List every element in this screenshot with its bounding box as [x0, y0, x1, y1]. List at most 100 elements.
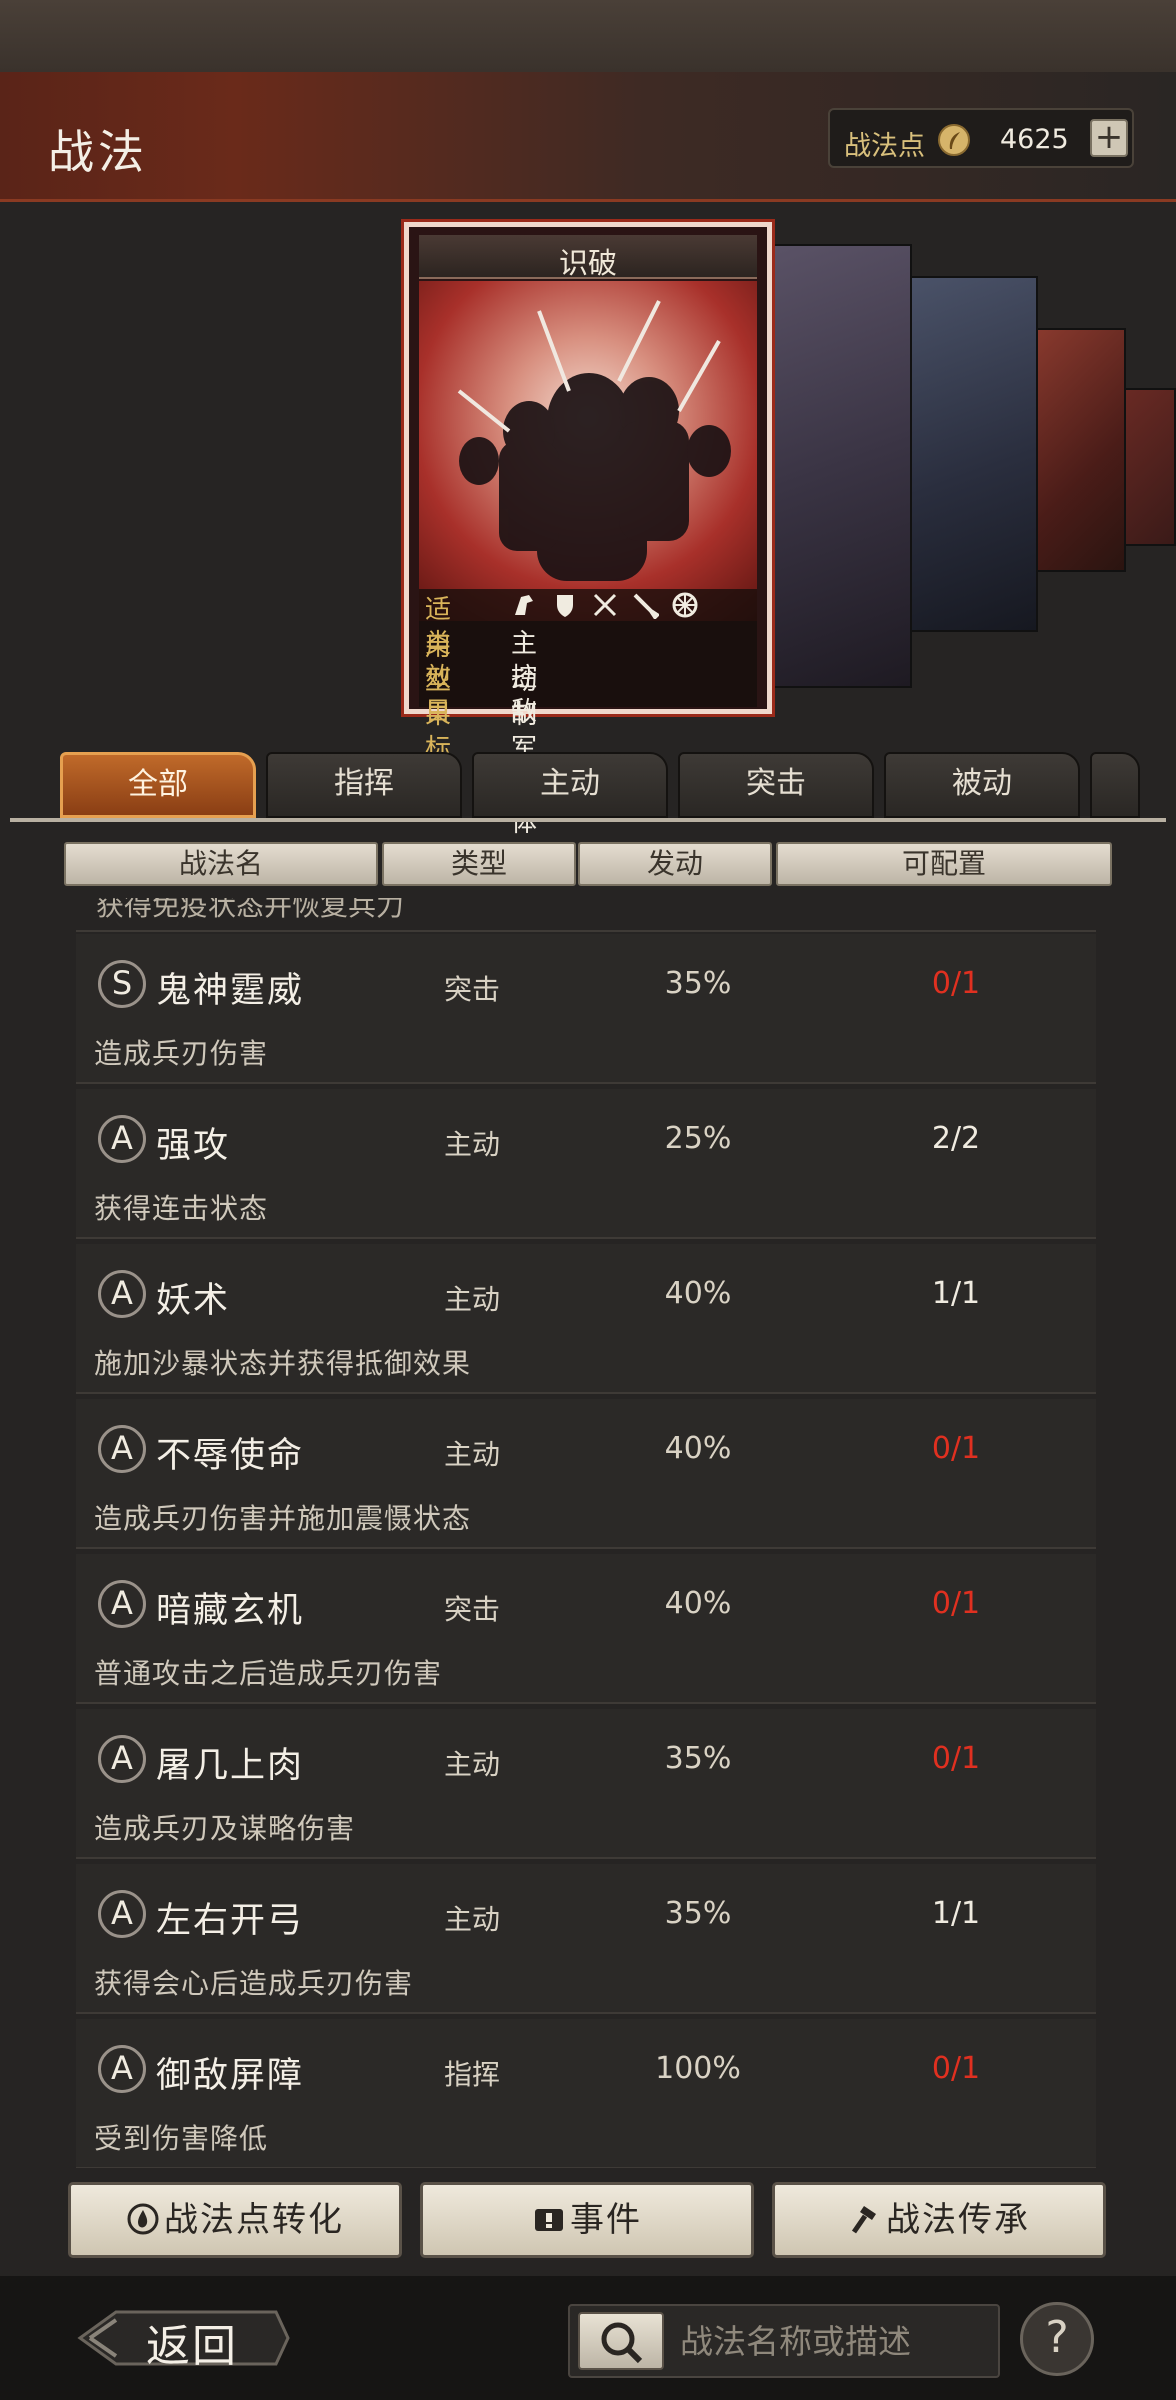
card-info-panel: 适用 类型 主动 效果 控制 目标 敌军单体: [419, 589, 757, 838]
skill-description: 造成兵刃及谋略伤害: [94, 1812, 356, 1845]
column-header-slots[interactable]: 可配置: [776, 842, 1112, 886]
skill-trigger-rate: 40%: [664, 1586, 732, 1621]
skill-row[interactable]: A 暗藏玄机 突击 40% 0/1 普通攻击之后造成兵刃伤害: [76, 1554, 1096, 1704]
skill-name: 暗藏玄机: [156, 1591, 305, 1631]
convert-points-label: 战法点转化: [164, 2200, 344, 2240]
skill-name: 妖术: [156, 1281, 231, 1321]
column-header-type[interactable]: 类型: [382, 842, 576, 886]
drop-icon: [126, 2190, 160, 2235]
card-title-bar: 识破: [419, 235, 757, 280]
add-points-button[interactable]: +: [1090, 119, 1128, 157]
feather-icon: [938, 124, 970, 156]
skill-grade-badge: A: [98, 1425, 146, 1473]
tab-passive[interactable]: 被动: [884, 752, 1080, 818]
skill-trigger-rate: 35%: [664, 1741, 732, 1776]
skill-description: 获得免疫状态并恢复兵力: [96, 898, 405, 922]
column-header-rate[interactable]: 发动: [578, 842, 772, 886]
card-artwork: [419, 281, 757, 621]
scroll-icon: [532, 2190, 566, 2231]
skill-row[interactable]: A 不辱使命 主动 40% 0/1 造成兵刃伤害并施加震慑状态: [76, 1399, 1096, 1549]
skill-name: 鬼神霆威: [156, 971, 305, 1011]
skill-trigger-rate: 25%: [664, 1121, 732, 1156]
tab-all[interactable]: 全部: [60, 752, 256, 818]
cavalry-icon: [511, 591, 539, 619]
wheel-icon: [671, 591, 699, 619]
skill-type: 突击: [444, 973, 501, 1006]
skill-config-slots: 0/1: [931, 2051, 981, 2086]
tab-active[interactable]: 主动: [472, 752, 668, 818]
spear-icon: [631, 591, 661, 621]
events-button[interactable]: 事件: [420, 2182, 754, 2258]
bottom-bar: 返回 ?: [0, 2276, 1176, 2400]
skill-inherit-button[interactable]: 战法传承: [772, 2182, 1106, 2258]
skill-grade-badge: A: [98, 1580, 146, 1628]
skill-card-background[interactable]: [770, 244, 912, 688]
skill-grade-badge: A: [98, 1735, 146, 1783]
back-label: 返回: [146, 2321, 238, 2372]
skill-row[interactable]: A 御敌屏障 指挥 100% 0/1 受到伤害降低: [76, 2019, 1096, 2168]
skill-name: 强攻: [156, 1126, 231, 1166]
table-header: 战法名 类型 发动 可配置: [64, 842, 1112, 886]
skill-card-background[interactable]: [1030, 328, 1126, 572]
skill-card-background[interactable]: [1118, 388, 1176, 546]
skill-config-slots: 0/1: [931, 1586, 981, 1621]
skill-type: 主动: [444, 1903, 501, 1936]
skill-name: 不辱使命: [156, 1436, 305, 1476]
tab-more[interactable]: [1090, 752, 1140, 818]
action-bar: 战法点转化 事件 战法传承: [0, 2168, 1176, 2276]
skill-type: 指挥: [444, 2058, 501, 2091]
convert-points-button[interactable]: 战法点转化: [68, 2182, 402, 2258]
search-box: [568, 2304, 1000, 2378]
search-button[interactable]: [578, 2312, 664, 2370]
skill-row[interactable]: A 屠几上肉 主动 35% 0/1 造成兵刃及谋略伤害: [76, 1709, 1096, 1859]
tab-assault[interactable]: 突击: [678, 752, 874, 818]
top-decor-strip: [0, 0, 1176, 72]
skill-name: 屠几上肉: [156, 1746, 305, 1786]
category-tabs: 全部 指挥 主动 突击 被动: [60, 752, 1160, 818]
skill-description: 造成兵刃伤害: [94, 1037, 269, 1070]
skill-description: 获得会心后造成兵刃伤害: [94, 1967, 414, 2000]
skill-trigger-rate: 40%: [664, 1276, 732, 1311]
hammer-icon: [848, 2190, 882, 2234]
skill-type: 主动: [444, 1283, 501, 1316]
skill-trigger-rate: 40%: [664, 1431, 732, 1466]
events-label: 事件: [570, 2200, 642, 2240]
skill-points-panel: 战法点 4625 +: [828, 108, 1134, 168]
skill-grade-badge: A: [98, 1890, 146, 1938]
page-title: 战法: [48, 125, 148, 179]
skill-points-label: 战法点: [844, 131, 925, 162]
tab-command[interactable]: 指挥: [266, 752, 462, 818]
skill-card-background[interactable]: [910, 276, 1038, 632]
skill-config-slots: 2/2: [931, 1121, 981, 1156]
skill-row[interactable]: A 强攻 主动 25% 2/2 获得连击状态: [76, 1089, 1096, 1239]
skill-description: 普通攻击之后造成兵刃伤害: [94, 1657, 443, 1690]
skill-description: 获得连击状态: [94, 1192, 269, 1225]
skill-list[interactable]: 获得免疫状态并恢复兵力 S 鬼神霆威 突击 35% 0/1 造成兵刃伤害 A 强攻 主动 25% 2…: [76, 898, 1096, 2168]
skill-type: 突击: [444, 1593, 501, 1626]
skill-trigger-rate: 35%: [664, 1896, 732, 1931]
back-button[interactable]: 返回: [76, 2302, 296, 2374]
featured-skill-card[interactable]: 识破 适用 类型 主动 效果 控制 目标 敌军 体: [404, 222, 772, 838]
skill-config-slots: 1/1: [931, 1276, 981, 1311]
skill-trigger-rate: 100%: [655, 2051, 741, 2086]
skill-points-value: 4625: [1000, 124, 1069, 155]
column-header-name[interactable]: 战法名: [64, 842, 378, 886]
search-input[interactable]: [680, 2316, 990, 2366]
help-button[interactable]: ?: [1020, 2302, 1094, 2376]
skill-row[interactable]: A 妖术 主动 40% 1/1 施加沙暴状态并获得抵御效果: [76, 1244, 1096, 1394]
shield-icon: [551, 591, 579, 619]
skill-name: 左右开弓: [156, 1901, 305, 1941]
skill-config-slots: 0/1: [931, 966, 981, 1001]
skill-name: 御敌屏障: [156, 2056, 305, 2096]
skill-row[interactable]: A 左右开弓 主动 35% 1/1 获得会心后造成兵刃伤害: [76, 1864, 1096, 2014]
skill-trigger-rate: 35%: [664, 966, 732, 1001]
archer-icon: [591, 591, 619, 619]
skill-type: 主动: [444, 1748, 501, 1781]
skill-grade-badge: A: [98, 1115, 146, 1163]
skill-row[interactable]: S 鬼神霆威 突击 35% 0/1 造成兵刃伤害: [76, 934, 1096, 1084]
skill-grade-badge: A: [98, 1270, 146, 1318]
skill-description: 施加沙暴状态并获得抵御效果: [94, 1347, 472, 1380]
list-item-partial: 获得免疫状态并恢复兵力: [76, 898, 1096, 932]
skill-grade-badge: A: [98, 2045, 146, 2093]
skill-card-carousel[interactable]: 识破 适用 类型 主动 效果 控制 目标 敌军 体: [0, 200, 1176, 838]
